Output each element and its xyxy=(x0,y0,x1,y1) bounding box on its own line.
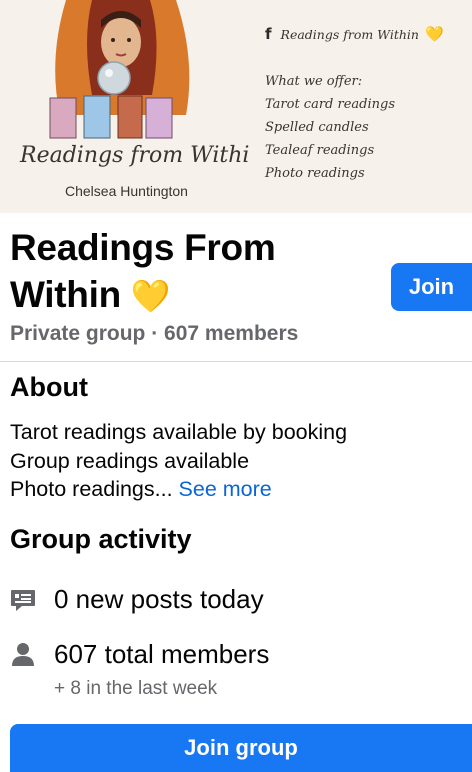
cover-offer-item: Spelled candles xyxy=(265,120,369,135)
about-description: Tarot readings available by booking Grou… xyxy=(10,418,470,504)
members-growth-text: + 8 in the last week xyxy=(54,678,218,699)
join-group-button[interactable]: Join group xyxy=(10,724,472,772)
join-button[interactable]: Join xyxy=(391,263,472,311)
about-line-last: Photo readings... See more xyxy=(10,475,470,504)
about-line-text: Photo readings... xyxy=(10,477,173,501)
person-icon xyxy=(10,642,36,668)
privacy-label: Private group xyxy=(10,322,146,345)
cover-offer-item: Photo readings xyxy=(265,166,365,181)
section-divider xyxy=(0,361,472,362)
cover-photo[interactable]: Readings from Within Chelsea Huntington … xyxy=(0,0,472,213)
facebook-f-icon: f xyxy=(265,25,272,43)
group-title: Readings From Within 💛 xyxy=(10,224,370,320)
cover-author: Chelsea Huntington xyxy=(65,183,188,199)
group-activity-heading: Group activity xyxy=(10,524,192,554)
about-line: Tarot readings available by booking xyxy=(10,420,348,444)
cover-offer-title: What we offer: xyxy=(265,74,363,89)
cover-illustration: Readings from Within Chelsea Huntington xyxy=(19,0,250,199)
new-posts-row: 0 new posts today xyxy=(10,584,264,615)
logo-script: Readings from Within xyxy=(19,143,250,168)
cover-offer-item: Tealeaf readings xyxy=(265,143,375,158)
cover-fb-page-name: Readings from Within xyxy=(280,26,419,42)
see-more-link[interactable]: See more xyxy=(179,477,272,501)
new-posts-text: 0 new posts today xyxy=(54,584,264,614)
meta-separator: · xyxy=(145,322,165,345)
heart-emoji-icon: 💛 xyxy=(424,25,444,43)
posts-icon xyxy=(10,587,36,613)
total-members-text: 607 total members xyxy=(54,639,270,669)
member-count-link[interactable]: 607 members xyxy=(164,322,298,345)
cover-fb-line: f Readings from Within 💛 xyxy=(265,20,470,48)
cover-offer-item: Tarot card readings xyxy=(265,97,396,112)
yellow-heart-icon: 💛 xyxy=(130,278,171,314)
about-line: Group readings available xyxy=(10,448,250,473)
cover-text-panel: f Readings from Within 💛 What we offer: … xyxy=(265,20,470,185)
about-heading: About xyxy=(10,372,88,402)
group-meta: Private group · 607 members xyxy=(10,322,298,346)
total-members-row: 607 total members xyxy=(10,639,269,670)
